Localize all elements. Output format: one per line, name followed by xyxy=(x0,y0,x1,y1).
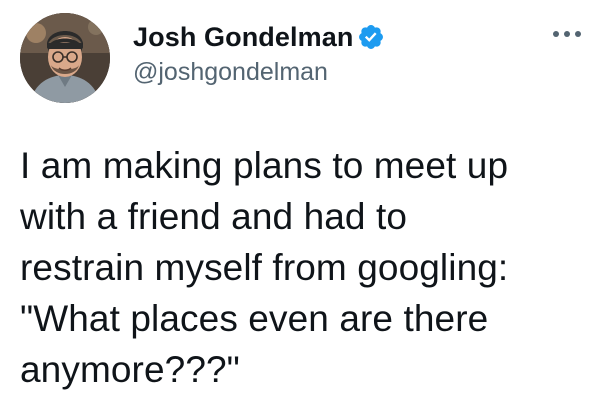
more-horizontal-icon xyxy=(553,31,581,37)
author-name-row: Josh Gondelman xyxy=(133,20,385,54)
verified-badge-icon xyxy=(357,23,385,51)
more-options-button[interactable] xyxy=(550,22,584,46)
author-avatar[interactable] xyxy=(20,13,110,103)
tweet-text: I am making plans to meet up with a frie… xyxy=(20,140,590,395)
profile-photo-icon xyxy=(20,13,110,103)
tweet-text-line: "What places even are there xyxy=(20,298,489,339)
tweet-card: Josh Gondelman @joshgondelman I am makin… xyxy=(0,0,599,412)
author-handle[interactable]: @joshgondelman xyxy=(133,56,328,88)
tweet-text-line: with a friend and had to xyxy=(20,196,408,237)
tweet-text-line: I am making plans to meet up xyxy=(20,145,509,186)
author-name[interactable]: Josh Gondelman xyxy=(133,20,353,54)
tweet-text-line: restrain myself from googling: xyxy=(20,247,509,288)
tweet-text-line: anymore???" xyxy=(20,349,240,390)
